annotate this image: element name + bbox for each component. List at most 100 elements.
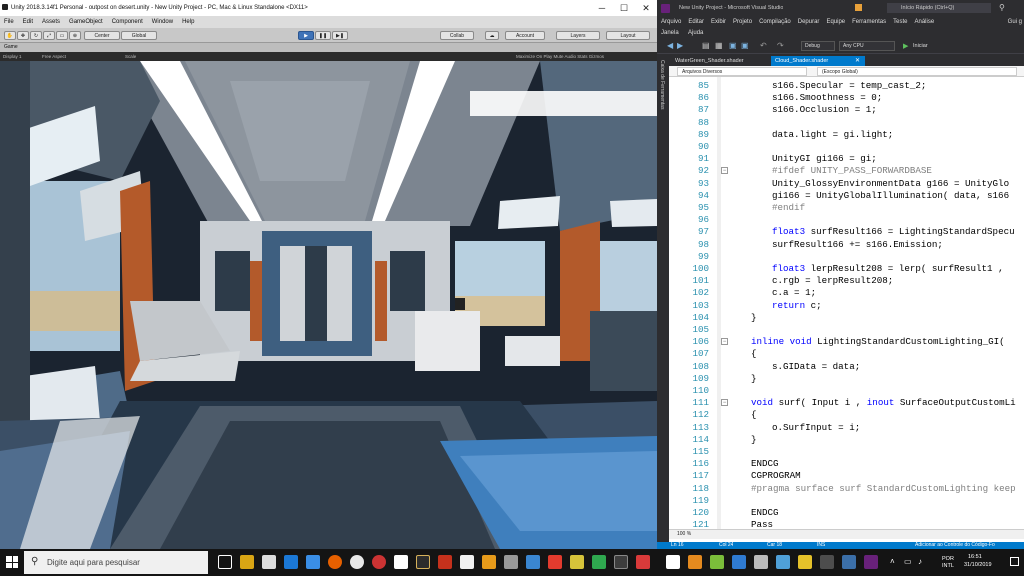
- taskbar-search-input[interactable]: Digite aqui para pesquisar: [24, 551, 208, 574]
- open-file-icon[interactable]: ▦: [715, 41, 723, 50]
- start-button[interactable]: Iniciar: [913, 38, 928, 54]
- back-icon[interactable]: ◀: [667, 41, 673, 50]
- user-account-label[interactable]: Gui g: [1008, 19, 1022, 25]
- code-line[interactable]: #endif: [772, 202, 805, 213]
- move-tool-icon[interactable]: ✥: [17, 31, 29, 40]
- filezilla-icon[interactable]: [438, 555, 452, 569]
- app-orange-icon[interactable]: [482, 555, 496, 569]
- menu-analise[interactable]: Análise: [914, 19, 934, 25]
- app-blue2-icon[interactable]: [732, 555, 746, 569]
- pivot-center-toggle[interactable]: Center: [84, 31, 120, 40]
- pause-button[interactable]: ❚❚: [315, 31, 331, 40]
- app-red2-icon[interactable]: [548, 555, 562, 569]
- app-blue4-icon[interactable]: [842, 555, 856, 569]
- code-line[interactable]: }: [751, 434, 757, 445]
- code-line[interactable]: o.SurfInput = i;: [772, 422, 860, 433]
- menu-janela[interactable]: Janela: [661, 30, 679, 36]
- menu-edit[interactable]: Edit: [23, 19, 33, 25]
- scale-slider-label[interactable]: Scale: [125, 52, 136, 61]
- code-line[interactable]: Pass: [751, 519, 773, 529]
- code-line[interactable]: data.light = gi.light;: [772, 129, 893, 140]
- menu-ferramentas[interactable]: Ferramentas: [852, 19, 886, 25]
- code-line[interactable]: void surf( Input i , inout SurfaceOutput…: [751, 397, 1016, 408]
- app-grey2-icon[interactable]: [754, 555, 768, 569]
- fold-toggle-icon[interactable]: −: [721, 338, 728, 346]
- menu-window[interactable]: Window: [152, 19, 173, 25]
- layout-dropdown[interactable]: Layout: [606, 31, 650, 40]
- account-dropdown[interactable]: Account: [505, 31, 545, 40]
- fold-toggle-icon[interactable]: −: [721, 399, 728, 407]
- code-editor[interactable]: 85 s166.Specular = temp_cast_2; 86 s166.Smo…: [669, 77, 1024, 529]
- file-explorer-icon[interactable]: [240, 555, 254, 569]
- app-yellow-icon[interactable]: [570, 555, 584, 569]
- app-grey-icon[interactable]: [504, 555, 518, 569]
- fold-toggle-icon[interactable]: −: [721, 167, 728, 175]
- rotate-tool-icon[interactable]: ↻: [30, 31, 42, 40]
- save-all-icon[interactable]: ▣: [741, 41, 749, 50]
- menu-depurar[interactable]: Depurar: [798, 19, 820, 25]
- menu-teste[interactable]: Teste: [893, 19, 907, 25]
- steam-icon[interactable]: [262, 555, 276, 569]
- maximize-icon[interactable]: ☐: [613, 0, 635, 16]
- code-line[interactable]: ENDCG: [751, 458, 779, 469]
- menu-projeto[interactable]: Projeto: [733, 19, 752, 25]
- tab-close-icon[interactable]: ✕: [855, 57, 860, 64]
- tray-chevron-icon[interactable]: ˄: [890, 557, 895, 566]
- menu-assets[interactable]: Assets: [42, 19, 60, 25]
- close-icon[interactable]: ✕: [635, 0, 657, 16]
- code-line[interactable]: s.GIData = data;: [772, 361, 860, 372]
- code-line[interactable]: #ifdef UNITY_PASS_FORWARDBASE: [772, 165, 932, 176]
- menu-compilacao[interactable]: Compilação: [759, 19, 791, 25]
- edge-icon[interactable]: [284, 555, 298, 569]
- minimize-icon[interactable]: ─: [591, 0, 613, 16]
- windows-start-icon[interactable]: [6, 556, 18, 568]
- pivot-global-toggle[interactable]: Global: [121, 31, 157, 40]
- code-line[interactable]: gi166 = UnityGlobalIllumination( data, s…: [772, 190, 1009, 201]
- code-line[interactable]: float3 lerpResult208 = lerp( surfResult1…: [772, 263, 1004, 274]
- app-blue3-icon[interactable]: [776, 555, 790, 569]
- code-line[interactable]: {: [751, 348, 757, 359]
- menu-file[interactable]: File: [4, 19, 14, 25]
- save-icon[interactable]: ▣: [729, 41, 737, 50]
- visual-studio-taskbar-icon[interactable]: [864, 555, 878, 569]
- start-icon[interactable]: ▶: [903, 42, 908, 50]
- toolbox-side-tab[interactable]: Caixa de Ferramentas: [657, 54, 669, 542]
- code-line[interactable]: {: [751, 409, 757, 420]
- menu-editar[interactable]: Editar: [688, 19, 704, 25]
- app-blue-icon[interactable]: [526, 555, 540, 569]
- store-icon[interactable]: [306, 555, 320, 569]
- app-green-icon[interactable]: [592, 555, 606, 569]
- code-line[interactable]: inline void LightingStandardCustomLighti…: [751, 336, 1005, 347]
- platform-dropdown[interactable]: Any CPU: [839, 41, 895, 51]
- scale-tool-icon[interactable]: ⤢: [43, 31, 55, 40]
- network-icon[interactable]: ▭: [904, 557, 912, 566]
- code-line[interactable]: s166.Occlusion = 1;: [772, 104, 877, 115]
- menu-equipe[interactable]: Equipe: [826, 19, 845, 25]
- app-dark-icon[interactable]: [614, 555, 628, 569]
- notifications-icon[interactable]: [1010, 557, 1019, 566]
- rect-tool-icon[interactable]: ▭: [56, 31, 68, 40]
- clock-date[interactable]: 31/10/2019: [964, 562, 992, 568]
- language-code[interactable]: POR: [942, 556, 954, 562]
- unity-taskbar-icon[interactable]: [666, 555, 680, 569]
- zoom-level[interactable]: 100 %: [669, 529, 1024, 539]
- app-lime-icon[interactable]: [710, 555, 724, 569]
- code-line[interactable]: c.rgb = lerpResult208;: [772, 275, 893, 286]
- code-line[interactable]: UnityGI gi166 = gi;: [772, 153, 877, 164]
- game-view-render[interactable]: [0, 61, 657, 549]
- firefox-icon[interactable]: [328, 555, 342, 569]
- search-icon[interactable]: ⚲: [999, 0, 1005, 16]
- after-effects-icon[interactable]: [416, 555, 430, 569]
- menu-help[interactable]: Help: [182, 19, 194, 25]
- member-scope-dropdown[interactable]: (Escopo Global): [817, 67, 1017, 76]
- menu-ajuda[interactable]: Ajuda: [688, 30, 703, 36]
- redo-icon[interactable]: ↷: [777, 41, 784, 50]
- app-dark2-icon[interactable]: [820, 555, 834, 569]
- aspect-dropdown[interactable]: Free Aspect: [42, 52, 66, 61]
- code-line[interactable]: s166.Smoothness = 0;: [772, 92, 882, 103]
- code-line[interactable]: float3 surfResult166 = LightingStandardS…: [772, 226, 1015, 237]
- forward-icon[interactable]: ▶: [677, 41, 683, 50]
- app-light-icon[interactable]: [460, 555, 474, 569]
- tab-game[interactable]: Game: [0, 43, 657, 52]
- menu-gameobject[interactable]: GameObject: [69, 19, 103, 25]
